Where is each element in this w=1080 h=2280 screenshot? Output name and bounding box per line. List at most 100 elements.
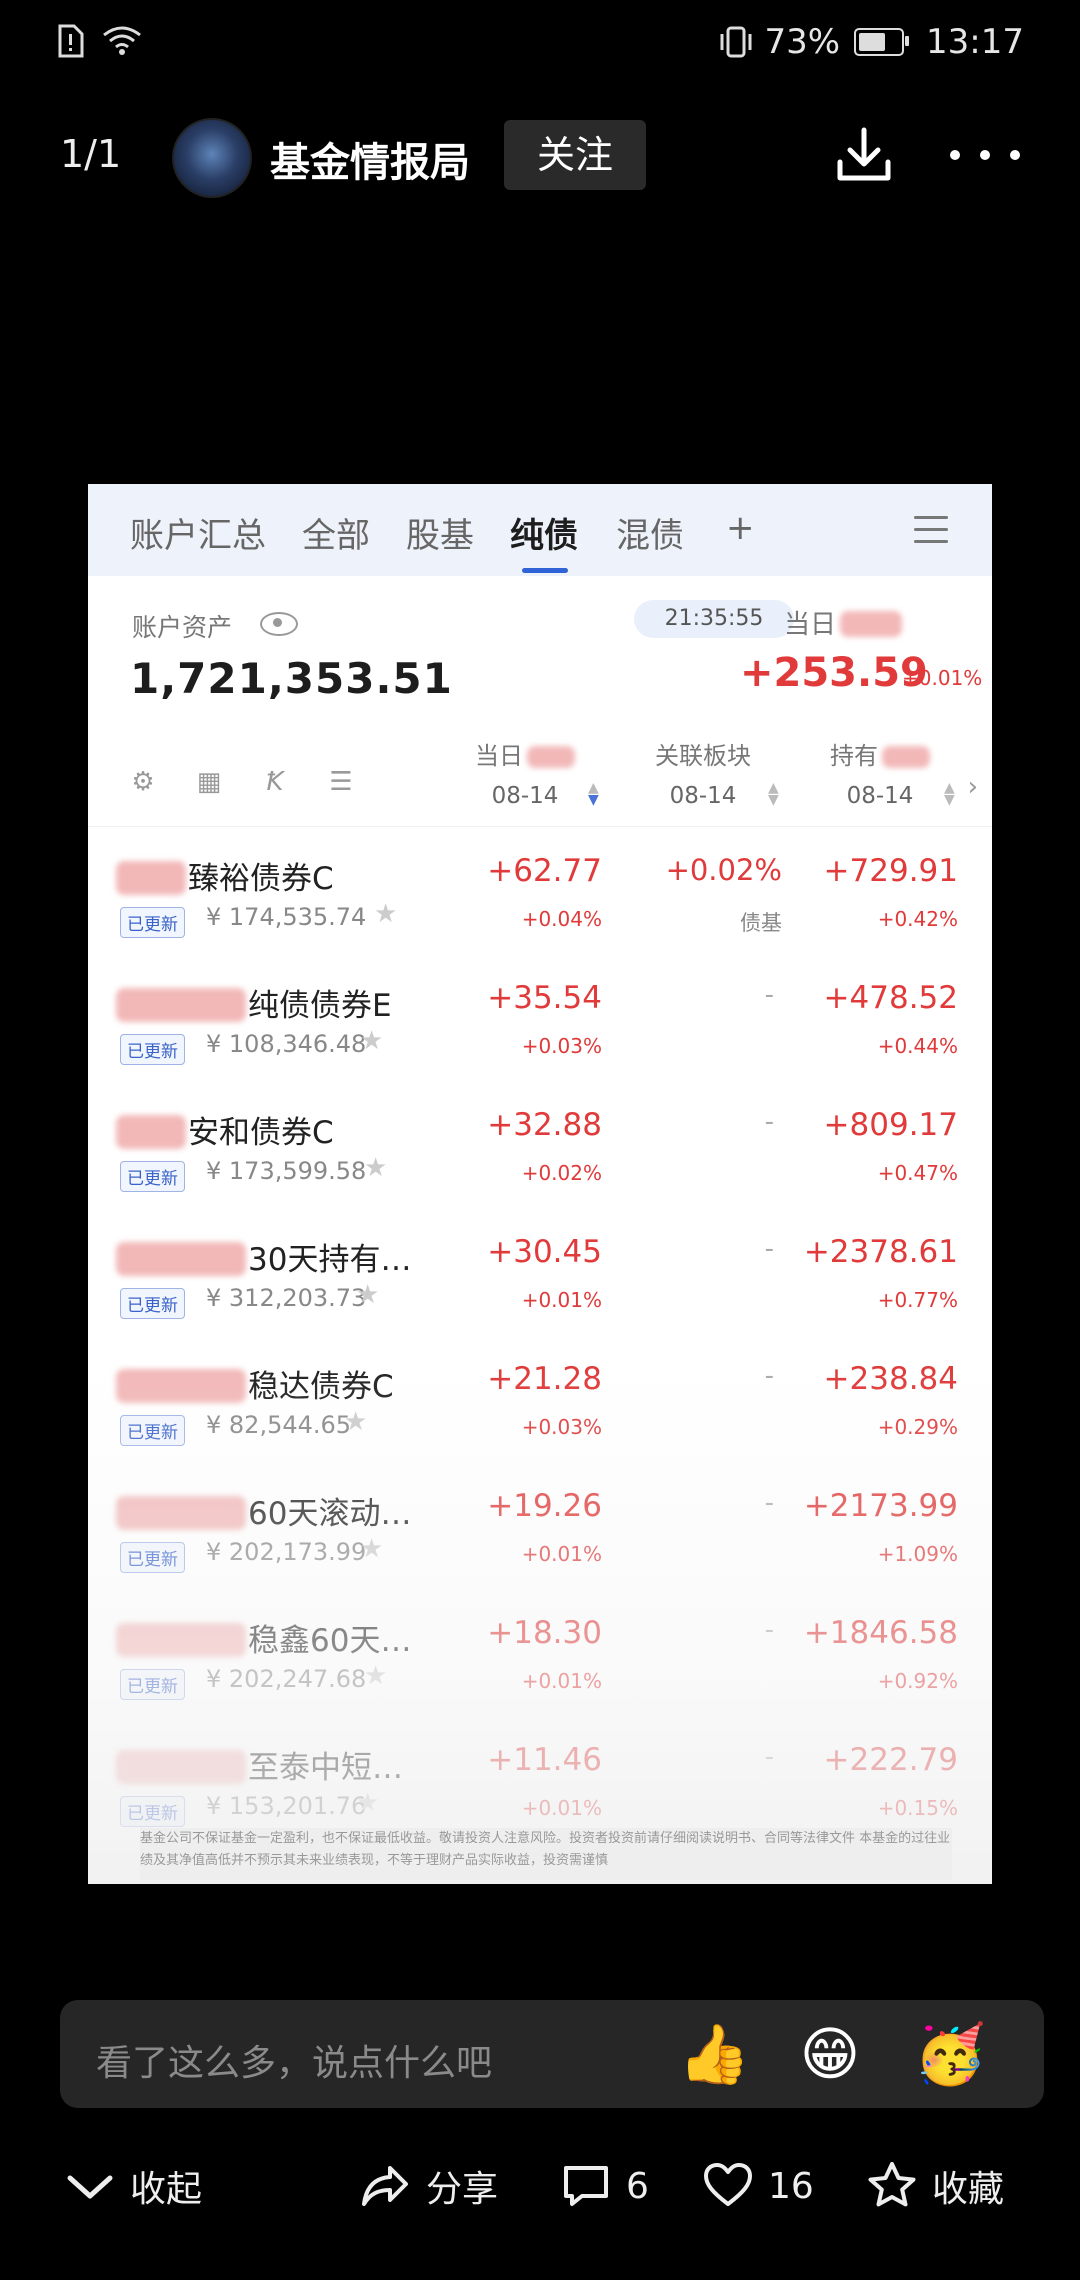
holding-profit-percent: +0.29% xyxy=(877,1415,958,1439)
thumbs-up-emoji-icon[interactable]: 👍 xyxy=(678,2020,750,2088)
sector-change: - xyxy=(764,980,774,1010)
tab-mixed-bond[interactable]: 混债 xyxy=(616,508,684,557)
fund-amount: ¥ 312,203.73 xyxy=(206,1284,367,1312)
holding-profit-percent: +0.92% xyxy=(877,1669,958,1693)
follow-button[interactable]: 关注 xyxy=(504,120,646,190)
star-icon[interactable]: ★ xyxy=(344,1407,367,1437)
col-sector[interactable]: 关联板块 08-14 xyxy=(638,736,768,809)
menu-icon[interactable] xyxy=(914,516,948,552)
tab-equity-funds[interactable]: 股基 xyxy=(406,508,474,557)
update-time: 21:35:55 xyxy=(634,600,794,638)
share-label: 分享 xyxy=(426,2169,499,2210)
star-icon[interactable]: ★ xyxy=(374,899,397,929)
sort-hold-icon[interactable]: ▲ ▼ xyxy=(944,781,955,807)
fund-row[interactable]: 稳鑫60天… 已更新 ¥ 202,247.68 ★ +18.30 +0.01% - +1846… xyxy=(88,1589,992,1716)
favorite-label: 收藏 xyxy=(932,2169,1005,2210)
fund-row[interactable]: 稳达债券C 已更新 ¥ 82,544.65 ★ +21.28 +0.03% - +238.84… xyxy=(88,1335,992,1462)
grid-icon[interactable]: ▦ xyxy=(194,768,224,796)
star-icon[interactable]: ★ xyxy=(364,1153,387,1183)
like-button[interactable]: 16 xyxy=(702,2160,814,2212)
sector-change: - xyxy=(764,1488,774,1518)
fund-name: 臻裕债券C xyxy=(116,853,334,898)
fund-row[interactable]: 纯债债券E 已更新 ¥ 108,346.48 ★ +35.54 +0.03% - +478.5… xyxy=(88,954,992,1081)
vibrate-icon xyxy=(720,26,752,58)
fund-amount: ¥ 173,599.58 xyxy=(206,1157,367,1185)
fund-tabbar: 账户汇总 全部 股基 纯债 混债 + xyxy=(88,484,992,576)
top-header: 1/1 基金情报局 关注 xyxy=(0,112,1080,202)
comment-bar[interactable]: 看了这么多，说点什么吧 👍 😁 🥳 xyxy=(60,2000,1044,2108)
star-icon[interactable]: ★ xyxy=(360,1026,383,1056)
updated-badge: 已更新 xyxy=(120,1542,185,1573)
chevron-right-icon[interactable]: › xyxy=(968,772,978,802)
settings-icon[interactable]: ⚙ xyxy=(128,768,158,796)
day-profit: +30.45 xyxy=(487,1234,602,1270)
share-button[interactable]: 分享 xyxy=(360,2160,498,2212)
sector-change: - xyxy=(764,1615,774,1645)
updated-badge: 已更新 xyxy=(120,1796,185,1827)
fund-name: 稳鑫60天… xyxy=(116,1615,411,1660)
fund-amount: ¥ 202,173.99 xyxy=(206,1538,367,1566)
holding-profit-percent: +0.77% xyxy=(877,1288,958,1312)
sector-change: - xyxy=(764,1107,774,1137)
holding-profit: +478.52 xyxy=(823,980,958,1016)
fund-row[interactable]: 至泰中短… 已更新 ¥ 153,201.76 ★ +11.46 +0.01% - +222.7… xyxy=(88,1716,992,1843)
holding-profit: +2173.99 xyxy=(803,1488,958,1524)
eye-icon[interactable] xyxy=(260,612,298,636)
author-name[interactable]: 基金情报局 xyxy=(270,130,470,188)
comment-input[interactable]: 看了这么多，说点什么吧 xyxy=(96,2034,492,2086)
tab-all[interactable]: 全部 xyxy=(302,508,370,557)
disclaimer: 基金公司不保证基金一定盈利，也不保证最低收益。敬请投资人注意风险。投资者投资前请… xyxy=(140,1828,952,1880)
day-profit-percent: +0.04% xyxy=(521,907,602,931)
col-holding-profit[interactable]: 持有 08-14 xyxy=(810,736,950,809)
account-summary: 账户资产 1,721,353.51 21:35:55 当日 +253.59 +0… xyxy=(88,576,992,726)
fund-row[interactable]: 30天持有… 已更新 ¥ 312,203.73 ★ +30.45 +0.01% - +2378… xyxy=(88,1208,992,1335)
sort-sector-icon[interactable]: ▲ ▼ xyxy=(768,781,779,807)
fund-row[interactable]: 臻裕债券C 已更新 ¥ 174,535.74 ★ +62.77 +0.04% +0.02% 债… xyxy=(88,827,992,954)
comment-button[interactable]: 6 xyxy=(560,2160,649,2212)
tab-add[interactable]: + xyxy=(726,508,755,548)
sort-day-icon[interactable]: ▲ ▼ xyxy=(588,781,599,807)
list-icon[interactable]: ☰ xyxy=(326,768,356,796)
fund-name: 60天滚动… xyxy=(116,1488,411,1533)
updated-badge: 已更新 xyxy=(120,1161,185,1192)
fund-list: 臻裕债券C 已更新 ¥ 174,535.74 ★ +62.77 +0.04% +0.02% 债… xyxy=(88,827,992,1843)
day-profit-label: 当日 xyxy=(784,604,903,641)
clock: 13:17 xyxy=(926,22,1024,62)
like-count: 16 xyxy=(768,2165,814,2207)
fund-row[interactable]: 安和债券C 已更新 ¥ 173,599.58 ★ +32.88 +0.02% - +809.1… xyxy=(88,1081,992,1208)
tab-account-summary[interactable]: 账户汇总 xyxy=(130,508,266,557)
fund-row[interactable]: 60天滚动… 已更新 ¥ 202,173.99 ★ +19.26 +0.01% - +2173… xyxy=(88,1462,992,1589)
day-profit-percent: +0.02% xyxy=(521,1161,602,1185)
more-dot-icon xyxy=(950,150,960,160)
bottom-toolbar: 收起 分享 6 16 收藏 xyxy=(0,2140,1080,2240)
fund-name: 安和债券C xyxy=(116,1107,334,1152)
grin-emoji-icon[interactable]: 😁 xyxy=(796,2020,864,2088)
sim-alert-icon xyxy=(58,24,84,58)
star-icon[interactable]: ★ xyxy=(364,1661,387,1691)
col-day-profit[interactable]: 当日 08-14 xyxy=(460,736,590,809)
download-button[interactable] xyxy=(832,120,896,190)
collapse-button[interactable]: 收起 xyxy=(64,2160,202,2212)
holding-profit-percent: +0.42% xyxy=(877,907,958,931)
star-icon[interactable]: ★ xyxy=(356,1788,379,1818)
tab-pure-bond[interactable]: 纯债 xyxy=(510,508,578,557)
day-profit: +62.77 xyxy=(487,853,602,889)
fund-name: 至泰中短… xyxy=(116,1742,403,1787)
more-dot-icon xyxy=(1010,150,1020,160)
star-icon[interactable]: ★ xyxy=(360,1534,383,1564)
day-profit-percent: +0.01% xyxy=(902,666,983,690)
party-emoji-icon[interactable]: 🥳 xyxy=(914,2020,986,2088)
author-avatar[interactable] xyxy=(172,118,252,198)
updated-badge: 已更新 xyxy=(120,1288,185,1319)
holding-profit: +238.84 xyxy=(823,1361,958,1397)
more-dot-icon xyxy=(980,150,990,160)
star-icon[interactable]: ★ xyxy=(356,1280,379,1310)
more-button[interactable] xyxy=(950,120,1020,190)
sector-change: - xyxy=(764,1742,774,1772)
post-image[interactable]: 账户汇总 全部 股基 纯债 混债 + 账户资产 1,721,353.51 21:… xyxy=(88,484,992,1884)
day-profit: +18.30 xyxy=(487,1615,602,1651)
sector-change: - xyxy=(764,1361,774,1391)
favorite-button[interactable]: 收藏 xyxy=(866,2160,1004,2212)
comment-icon xyxy=(564,2166,608,2206)
chart-k-icon[interactable]: Ꝁ xyxy=(260,768,290,796)
